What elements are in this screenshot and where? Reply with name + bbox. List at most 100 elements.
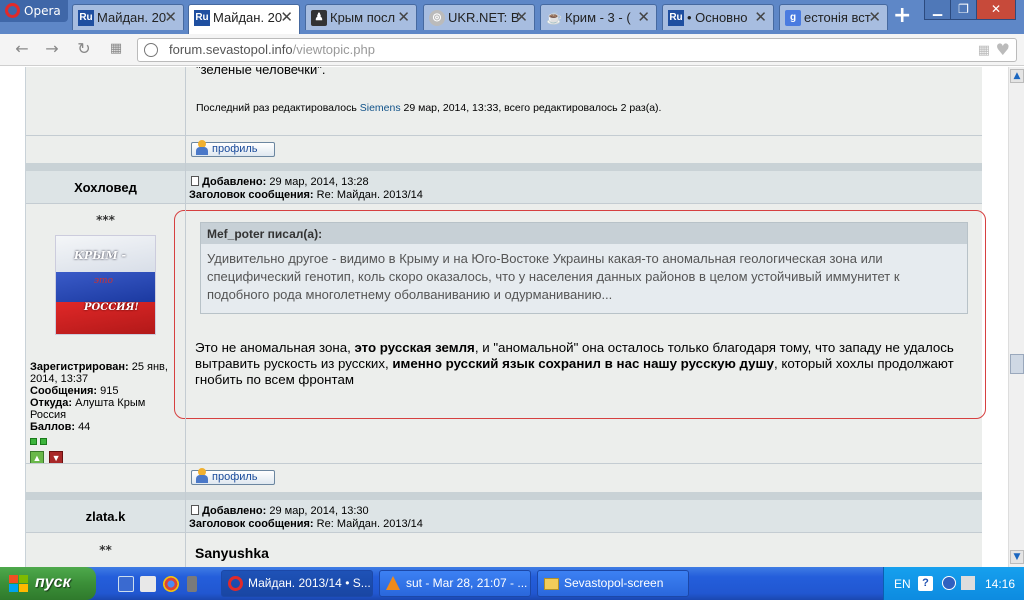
profile-button-label: профиль: [212, 471, 258, 483]
avatar-text-3: РОССИЯ!: [84, 302, 139, 313]
edit-user-link[interactable]: Siemens: [360, 102, 401, 114]
tab-1[interactable]: Ru Майдан. 20 ✕: [72, 4, 184, 30]
help-icon[interactable]: ?: [918, 576, 933, 591]
tab-5[interactable]: ☕ Крим - 3 - ( ✕: [540, 4, 657, 30]
opera-icon: [228, 576, 243, 591]
url-host: forum.sevastopol.info: [169, 42, 293, 57]
tab-3[interactable]: ♟ Крым посл ✕: [305, 4, 417, 30]
minimize-window-icon[interactable]: ▁: [924, 0, 951, 20]
show-desktop-icon[interactable]: [118, 576, 134, 592]
restore-window-icon[interactable]: ❐: [950, 0, 977, 20]
stash-grid-icon[interactable]: ▦: [978, 43, 990, 58]
scroll-up-arrow-icon[interactable]: ▲: [1010, 69, 1024, 83]
tab-2-active[interactable]: Ru Майдан. 20 ✕: [188, 4, 300, 34]
user-profile-icon: [195, 140, 209, 156]
tray-arrow-icon[interactable]: [942, 576, 956, 590]
task-label: sut - Mar 28, 21:07 - ...: [406, 576, 528, 590]
post-author-name[interactable]: Хохловед: [26, 180, 185, 195]
points-row: Баллов: 44: [30, 421, 91, 433]
added-value: 29 мар, 2014, 13:30: [269, 505, 369, 517]
post-author-cell: zlata.k: [26, 500, 185, 532]
scrollbar-thumb[interactable]: [1010, 354, 1024, 374]
post-document-icon[interactable]: [191, 505, 199, 515]
quicklaunch-overflow-icon[interactable]: [187, 576, 197, 592]
navigation-bar: ← → ↻ ▦ forum.sevastopol.info/viewtopic.…: [0, 34, 1024, 66]
close-tab-icon[interactable]: ✕: [868, 8, 881, 26]
close-tab-icon[interactable]: ✕: [515, 8, 528, 26]
messenger-icon[interactable]: [140, 576, 156, 592]
windows-taskbar: пуск Майдан. 2013/14 • S... sut - Mar 28…: [0, 567, 1024, 600]
post-added-line: Добавлено: 29 мар, 2014, 13:30: [191, 505, 369, 517]
bookmark-heart-icon[interactable]: ♥: [996, 40, 1010, 59]
opera-menu-label: Opera: [24, 4, 61, 18]
task-label: Sevastopol-screen: [564, 576, 664, 590]
profile-button[interactable]: профиль: [191, 468, 275, 485]
address-url[interactable]: forum.sevastopol.info/viewtopic.php: [169, 42, 375, 57]
tab-4[interactable]: ◎ UKR.NET: В ✕: [423, 4, 535, 30]
close-tab-icon[interactable]: ✕: [637, 8, 650, 26]
post-profile-cell: **: [26, 533, 185, 567]
user-rank-stars: ***: [96, 213, 115, 227]
close-tab-icon[interactable]: ✕: [280, 8, 293, 26]
language-indicator[interactable]: EN: [894, 577, 911, 591]
page-viewport: "зеленые человечки". Последний раз редак…: [0, 67, 1008, 567]
start-button[interactable]: пуск: [0, 567, 96, 600]
taskbar-task-folder[interactable]: Sevastopol-screen: [537, 570, 689, 597]
close-tab-icon[interactable]: ✕: [754, 8, 767, 26]
browser-tab-strip: Opera Ru Майдан. 20 ✕ Ru Майдан. 20 ✕ ♟ …: [0, 0, 1024, 34]
taskbar-task-vlc[interactable]: sut - Mar 28, 21:07 - ...: [379, 570, 531, 597]
tab-7[interactable]: g естонія вст ✕: [779, 4, 888, 30]
forum-topic-table: "зеленые человечки". Последний раз редак…: [25, 67, 986, 567]
avatar-text-2: это: [94, 276, 113, 286]
address-bar[interactable]: forum.sevastopol.info/viewtopic.php ▦ ♥: [137, 38, 1017, 62]
site-info-globe-icon[interactable]: [144, 43, 158, 57]
post-separator: [26, 492, 982, 500]
network-icon[interactable]: [961, 576, 975, 590]
profile-button[interactable]: профиль: [191, 140, 275, 157]
post-author-cell: Хохловед: [26, 171, 185, 203]
close-tab-icon[interactable]: ✕: [164, 8, 177, 26]
torch-favicon-icon: ♟: [311, 10, 327, 26]
opera-menu-button[interactable]: Opera: [0, 0, 68, 22]
forward-arrow-icon[interactable]: →: [42, 39, 62, 59]
taskbar-task-opera[interactable]: Майдан. 2013/14 • S...: [221, 570, 373, 597]
tab-6[interactable]: Ru • Основно ✕: [662, 4, 774, 30]
tab-title: Майдан. 20: [97, 10, 167, 25]
prev-post-body-cell: "зеленые человечки". Последний раз редак…: [186, 67, 982, 135]
reputation-square-icon: [30, 438, 37, 445]
edit-notice-suffix: 29 мар, 2014, 13:33, всего редактировало…: [403, 102, 662, 114]
clock: 14:16: [985, 577, 1016, 591]
edit-notice: Последний раз редактировалось Siemens 29…: [196, 102, 661, 114]
start-label: пуск: [35, 574, 71, 591]
chrome-icon[interactable]: [163, 576, 179, 592]
task-label: Майдан. 2013/14 • S...: [248, 576, 371, 590]
post-separator: [26, 163, 982, 171]
close-tab-icon[interactable]: ✕: [397, 8, 410, 26]
avatar-text-1: КРЫМ -: [74, 249, 127, 262]
back-arrow-icon[interactable]: ←: [12, 39, 32, 59]
post-first-line: Sanyushka: [195, 545, 269, 561]
edit-notice-prefix: Последний раз редактировалось: [196, 102, 357, 114]
user-rank-stars: **: [99, 543, 112, 557]
post-author-name[interactable]: zlata.k: [26, 509, 185, 524]
tab-title: естонія вст: [804, 10, 871, 25]
new-tab-plus-icon[interactable]: +: [893, 5, 911, 27]
vertical-scrollbar[interactable]: ▲ ▼: [1008, 67, 1024, 567]
post-subject-line: Заголовок сообщения: Re: Майдан. 2013/14: [189, 518, 423, 530]
subject-label: Заголовок сообщения:: [189, 189, 314, 201]
reload-icon[interactable]: ↻: [74, 39, 94, 59]
reputation-squares: [30, 436, 182, 448]
messages-row: Сообщения: 915: [30, 385, 119, 397]
subject-value: Re: Майдан. 2013/14: [316, 518, 423, 530]
post-document-icon[interactable]: [191, 176, 199, 186]
google-favicon-icon: g: [785, 10, 801, 26]
from-row: Откуда: Алушта Крым Россия: [30, 397, 146, 421]
close-window-icon[interactable]: ✕: [976, 0, 1016, 20]
speed-dial-grid-icon[interactable]: ▦: [106, 39, 126, 59]
post-header-cell: Добавлено: 29 мар, 2014, 13:28 Заголовок…: [186, 171, 982, 203]
tab-title: UKR.NET: В: [448, 10, 520, 25]
post-footer-left: [26, 464, 185, 492]
post-footer: профиль: [186, 464, 982, 492]
scroll-down-arrow-icon[interactable]: ▼: [1010, 550, 1024, 564]
red-highlight-annotation: [174, 210, 986, 419]
